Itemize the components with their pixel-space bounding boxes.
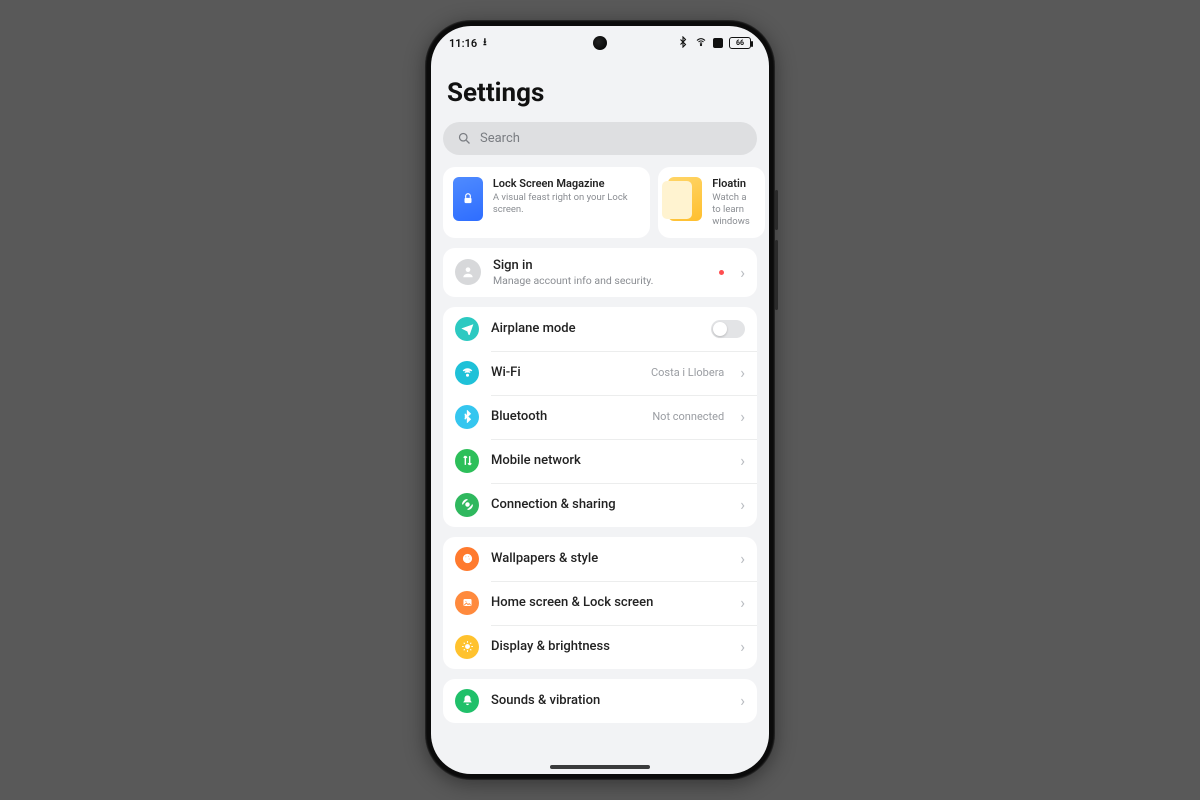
search-placeholder: Search bbox=[480, 131, 520, 146]
account-subtitle: Manage account info and security. bbox=[493, 274, 707, 287]
home-screen-row[interactable]: Home screen & Lock screen › bbox=[443, 581, 757, 625]
download-icon: ⭳ bbox=[483, 35, 487, 52]
home-indicator[interactable] bbox=[550, 765, 650, 769]
row-label: Connection & sharing bbox=[491, 497, 728, 512]
promo-subtitle: Watch a to learn windows bbox=[712, 192, 750, 228]
front-camera bbox=[593, 36, 607, 50]
lock-icon bbox=[453, 177, 483, 221]
settings-content: Settings Search Lock Screen Magazine A v… bbox=[431, 54, 769, 774]
row-label: Wi-Fi bbox=[491, 365, 639, 380]
chevron-right-icon: › bbox=[740, 263, 745, 282]
row-label: Display & brightness bbox=[491, 639, 728, 654]
signal-icon bbox=[713, 38, 723, 48]
chevron-right-icon: › bbox=[740, 593, 745, 612]
row-label: Home screen & Lock screen bbox=[491, 595, 728, 610]
window-icon bbox=[668, 177, 702, 221]
sounds-row[interactable]: Sounds & vibration › bbox=[443, 679, 757, 723]
chevron-right-icon: › bbox=[740, 407, 745, 426]
avatar-icon bbox=[455, 259, 481, 285]
chevron-right-icon: › bbox=[740, 637, 745, 656]
search-icon bbox=[457, 131, 472, 146]
screen: 11:16 ⭳ 66 Settings Search bbox=[431, 26, 769, 774]
palette-icon bbox=[455, 547, 479, 571]
airplane-toggle[interactable] bbox=[711, 320, 745, 338]
chevron-right-icon: › bbox=[740, 363, 745, 382]
display-row[interactable]: Display & brightness › bbox=[443, 625, 757, 669]
wifi-icon bbox=[455, 361, 479, 385]
sound-card: Sounds & vibration › bbox=[443, 679, 757, 723]
promo-subtitle: A visual feast right on your Lock screen… bbox=[493, 192, 640, 216]
mobile-network-row[interactable]: Mobile network › bbox=[443, 439, 757, 483]
battery-indicator: 66 bbox=[729, 37, 751, 49]
mobile-data-icon bbox=[455, 449, 479, 473]
chevron-right-icon: › bbox=[740, 495, 745, 514]
wallpapers-row[interactable]: Wallpapers & style › bbox=[443, 537, 757, 581]
phone-frame: 11:16 ⭳ 66 Settings Search bbox=[425, 20, 775, 780]
volume-button bbox=[775, 190, 778, 230]
network-card: Airplane mode Wi-Fi Costa i Llobera › Bl… bbox=[443, 307, 757, 527]
row-value: Not connected bbox=[652, 410, 724, 423]
account-title: Sign in bbox=[493, 258, 707, 273]
connection-sharing-row[interactable]: Connection & sharing › bbox=[443, 483, 757, 527]
account-card: Sign in Manage account info and security… bbox=[443, 248, 757, 297]
airplane-mode-row[interactable]: Airplane mode bbox=[443, 307, 757, 351]
search-input[interactable]: Search bbox=[443, 122, 757, 155]
chevron-right-icon: › bbox=[740, 549, 745, 568]
page-title: Settings bbox=[443, 54, 757, 122]
chevron-right-icon: › bbox=[740, 691, 745, 710]
image-icon bbox=[455, 591, 479, 615]
row-label: Mobile network bbox=[491, 453, 728, 468]
brightness-icon bbox=[455, 635, 479, 659]
bluetooth-icon bbox=[455, 405, 479, 429]
row-label: Wallpapers & style bbox=[491, 551, 728, 566]
power-button bbox=[775, 240, 778, 310]
row-label: Sounds & vibration bbox=[491, 693, 728, 708]
chevron-right-icon: › bbox=[740, 451, 745, 470]
promo-lockscreen[interactable]: Lock Screen Magazine A visual feast righ… bbox=[443, 167, 650, 238]
wifi-status-icon bbox=[695, 36, 707, 51]
row-value: Costa i Llobera bbox=[651, 366, 724, 379]
promo-row: Lock Screen Magazine A visual feast righ… bbox=[443, 167, 757, 238]
sign-in-row[interactable]: Sign in Manage account info and security… bbox=[443, 248, 757, 297]
notification-dot bbox=[719, 270, 724, 275]
promo-title: Lock Screen Magazine bbox=[493, 177, 640, 190]
promo-title: Floatin bbox=[712, 177, 750, 190]
row-label: Airplane mode bbox=[491, 321, 699, 336]
row-label: Bluetooth bbox=[491, 409, 640, 424]
bluetooth-status-icon bbox=[677, 36, 689, 51]
wifi-row[interactable]: Wi-Fi Costa i Llobera › bbox=[443, 351, 757, 395]
bluetooth-row[interactable]: Bluetooth Not connected › bbox=[443, 395, 757, 439]
bell-icon bbox=[455, 689, 479, 713]
clock: 11:16 bbox=[449, 37, 477, 50]
personalization-card: Wallpapers & style › Home screen & Lock … bbox=[443, 537, 757, 669]
promo-floating[interactable]: Floatin Watch a to learn windows bbox=[658, 167, 765, 238]
share-icon bbox=[455, 493, 479, 517]
airplane-icon bbox=[455, 317, 479, 341]
